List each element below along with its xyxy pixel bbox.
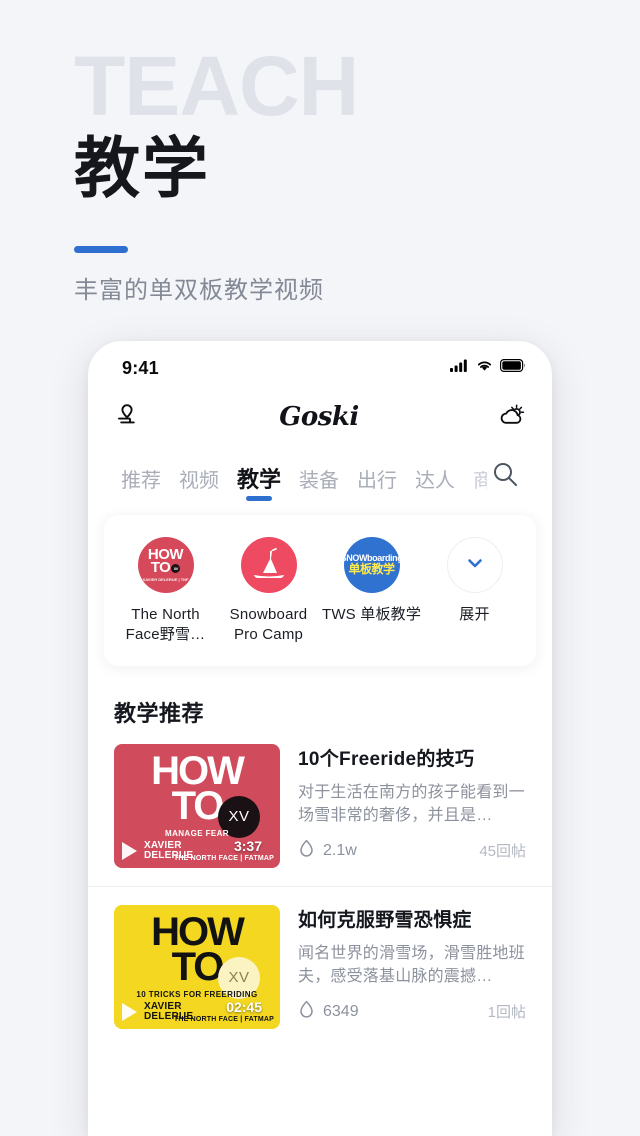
flame-icon	[298, 839, 315, 863]
sun-cloud-icon[interactable]	[498, 402, 526, 433]
snowboard-pro-camp-logo	[240, 537, 297, 593]
status-bar: 9:41	[88, 341, 552, 387]
expand-button[interactable]	[446, 537, 503, 593]
tab-zhuangbei[interactable]: 装备	[290, 471, 348, 497]
signal-bars-icon	[450, 359, 469, 377]
location-pin-icon[interactable]	[114, 402, 140, 433]
promo-word-en: TEACH	[74, 39, 359, 133]
video-duration: 3:37	[233, 837, 262, 854]
category-label: The North Face野雪…	[125, 606, 206, 644]
battery-icon	[500, 359, 526, 377]
app-header: Goski	[88, 387, 552, 447]
how-to-north-face-logo: HOW TO XV XAVIER DELERUE | TNF	[137, 537, 194, 593]
promo-title-cn: 教学	[74, 131, 210, 205]
search-icon[interactable]	[491, 460, 519, 497]
video-stats: 2.1w 45回帖	[298, 839, 526, 863]
thumb-tagline: MANAGE FEAR	[165, 828, 229, 838]
tab-shipin[interactable]: 视频	[170, 471, 228, 497]
status-clock: 9:41	[122, 357, 159, 378]
section-title: 教学推荐	[114, 700, 205, 726]
chevron-down-icon	[464, 552, 486, 579]
video-list: HOW TO XV MANAGE FEAR XAVIER DELERUE THE…	[88, 743, 552, 1029]
video-description: 对于生活在南方的孩子能看到一场雪非常的奢侈，并且是…	[298, 783, 525, 824]
promo-banner: TEACH 教学 丰富的单双板教学视频	[0, 0, 640, 341]
category-label: TWS 单板教学	[321, 606, 422, 623]
video-thumbnail[interactable]: HOW TO XV 10 TRICKS FOR FREERIDING XAVIE…	[114, 904, 280, 1029]
video-list-item[interactable]: HOW TO XV MANAGE FEAR XAVIER DELERUE THE…	[88, 743, 552, 868]
video-stats: 6349 1回帖	[298, 1000, 526, 1024]
reply-count: 45回帖	[479, 843, 526, 861]
thumb-tagline: 10 TRICKS FOR FREERIDING	[136, 989, 258, 999]
tab-shang[interactable]: 商	[464, 471, 487, 497]
promo-subtitle: 丰富的单双板教学视频	[74, 277, 324, 304]
category-item-expand[interactable]: 展开	[425, 537, 525, 646]
expand-label: 展开	[459, 606, 490, 623]
video-thumbnail[interactable]: HOW TO XV MANAGE FEAR XAVIER DELERUE THE…	[114, 743, 280, 868]
promo-accent-rule	[74, 246, 128, 253]
tab-daren[interactable]: 达人	[406, 471, 464, 497]
tws-snowboarding-logo: SNOWboarding 单板教学	[343, 537, 400, 593]
video-duration: 02:45	[226, 998, 262, 1015]
thumb-brands: THE NORTH FACE | FATMAP	[173, 1015, 274, 1023]
tab-chuxing[interactable]: 出行	[348, 471, 406, 497]
app-brand-logo: Goski	[279, 402, 359, 432]
category-card: HOW TO XV XAVIER DELERUE | TNF The North …	[104, 515, 536, 666]
video-title[interactable]: 如何克服野雪恐惧症	[298, 905, 526, 932]
thumb-brands: THE NORTH FACE | FATMAP	[173, 854, 274, 862]
category-label: Snowboard Pro Camp	[229, 606, 308, 644]
wifi-icon	[476, 359, 493, 377]
hot-count: 6349	[323, 1002, 359, 1020]
category-item-north-face[interactable]: HOW TO XV XAVIER DELERUE | TNF The North …	[116, 537, 216, 646]
hot-count: 2.1w	[323, 841, 357, 859]
video-title[interactable]: 10个Freeride的技巧	[298, 744, 526, 771]
category-item-tws[interactable]: SNOWboarding 单板教学 TWS 单板教学	[322, 537, 422, 646]
phone-mockup: 9:41 Goski 推荐 视频 教学 装备 出行 达人 商 HOW TO XV…	[88, 341, 552, 1136]
video-list-item[interactable]: HOW TO XV 10 TRICKS FOR FREERIDING XAVIE…	[88, 885, 552, 1029]
play-icon[interactable]	[122, 1002, 137, 1021]
video-description: 闻名世界的滑雪场，滑雪胜地班夫，感受落基山脉的震撼…	[298, 944, 525, 985]
tws-logo-line2: 单板教学	[348, 562, 396, 577]
reply-count: 1回帖	[487, 1004, 526, 1022]
category-item-snowboard-pro-camp[interactable]: Snowboard Pro Camp	[219, 537, 319, 646]
tab-bar: 推荐 视频 教学 装备 出行 达人 商	[88, 447, 552, 497]
play-icon[interactable]	[122, 841, 137, 860]
tab-jiaoxue[interactable]: 教学	[228, 469, 290, 497]
tab-tuijian[interactable]: 推荐	[112, 471, 170, 497]
flame-icon	[298, 1000, 315, 1024]
